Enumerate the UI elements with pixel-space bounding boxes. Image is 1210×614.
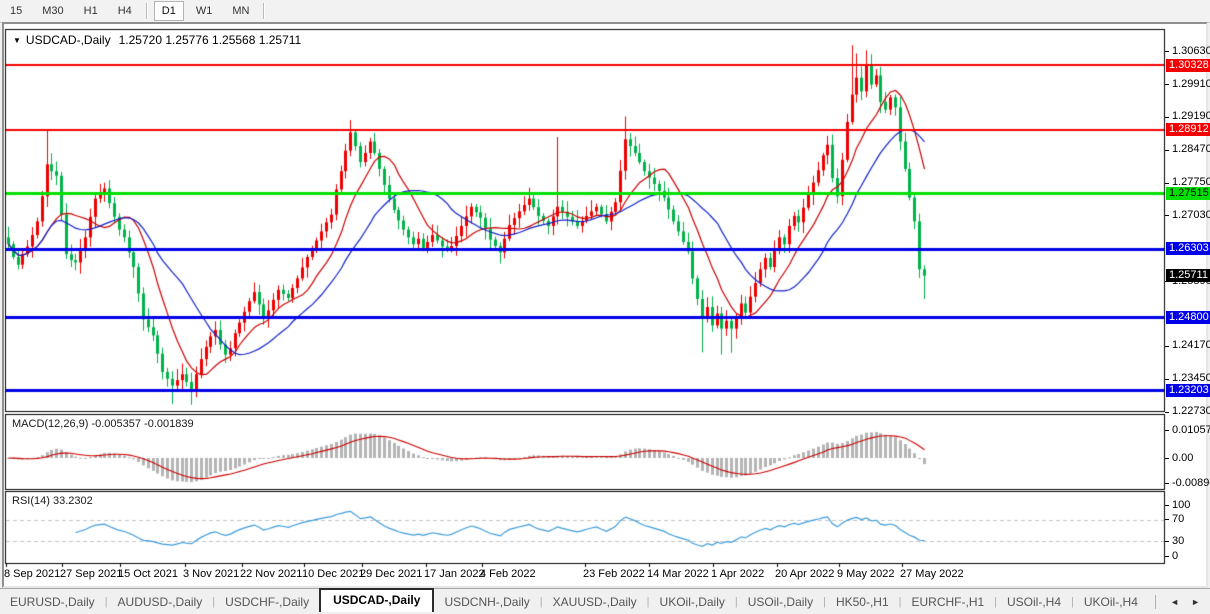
rsi-scale-label: 100	[1172, 499, 1208, 512]
timeframe-button-w1[interactable]: W1	[188, 1, 221, 21]
price-tick-label: 1.27030	[1172, 209, 1208, 222]
price-tick-mark	[1165, 51, 1169, 52]
date-label: 9 May 2022	[837, 568, 894, 580]
price-tick-mark	[1165, 150, 1169, 151]
price-tick-mark	[1165, 183, 1169, 184]
date-label: 3 Nov 2021	[183, 568, 239, 580]
price-tick-mark	[1165, 346, 1169, 347]
chart-canvas[interactable]	[4, 24, 1167, 586]
rsi-scale-label: 0	[1172, 550, 1208, 563]
level-price-badge: 1.26303	[1166, 242, 1210, 255]
chart-title: ▼ USDCAD-,Daily 1.25720 1.25776 1.25568 1.…	[13, 33, 301, 47]
price-tick-mark	[1165, 412, 1169, 413]
toolbar-separator	[146, 3, 148, 19]
current-price-badge: 1.25711	[1166, 269, 1210, 282]
timeframe-button-15[interactable]: 15	[2, 1, 30, 21]
tab-usdcnh-daily[interactable]: USDCNH-,Daily	[434, 592, 539, 612]
chart-ohlc-quote: 1.25720 1.25776 1.25568 1.25711	[119, 33, 302, 47]
price-tick-label: 1.29910	[1172, 78, 1208, 91]
timeframe-button-mn[interactable]: MN	[224, 1, 257, 21]
price-tick-label: 1.29190	[1172, 110, 1208, 123]
date-label: 17 Jan 2022	[424, 568, 485, 580]
price-tick-label: 1.22730	[1172, 405, 1208, 418]
date-label: 27 Sep 2021	[60, 568, 122, 580]
timeframe-button-h4[interactable]: H4	[110, 1, 140, 21]
tab-usdcad-daily[interactable]: USDCAD-,Daily	[319, 588, 434, 612]
macd-scale-label: -0.00896	[1172, 477, 1210, 490]
timeframe-button-d1[interactable]: D1	[154, 1, 184, 21]
price-tick-mark	[1165, 379, 1169, 380]
tabbar-scroll-left-icon[interactable]: ◄	[1164, 595, 1185, 609]
symbol-dropdown-icon[interactable]: ▼	[13, 36, 21, 45]
level-price-badge: 1.27515	[1166, 187, 1210, 200]
price-tick-mark	[1165, 117, 1169, 118]
rsi-scale-label: 70	[1172, 513, 1208, 526]
price-tick-mark	[1165, 84, 1169, 85]
date-label: 10 Dec 2021	[302, 568, 364, 580]
tab-eurusd-daily[interactable]: EURUSD-,Daily	[0, 592, 105, 612]
rsi-tick-mark	[1165, 556, 1169, 557]
tab-eurchf-h1[interactable]: EURCHF-,H1	[901, 592, 994, 612]
tab-usdchf-daily[interactable]: USDCHF-,Daily	[215, 592, 319, 612]
timeframe-button-m30[interactable]: M30	[34, 1, 71, 21]
price-tick-mark	[1165, 215, 1169, 216]
chart-symbol-label: USDCAD-,Daily	[26, 33, 111, 47]
date-label: 20 Apr 2022	[775, 568, 834, 580]
macd-indicator-label: MACD(12,26,9) -0.005357 -0.001839	[12, 418, 194, 430]
tab-audusd-daily[interactable]: AUDUSD-,Daily	[108, 592, 213, 612]
macd-tick-mark	[1165, 430, 1169, 431]
date-label: 29 Dec 2021	[360, 568, 422, 580]
level-price-badge: 1.23203	[1166, 384, 1210, 397]
level-price-badge: 1.28912	[1166, 123, 1210, 136]
symbol-tabbar: EURUSD-,Daily|AUDUSD-,Daily|USDCHF-,Dail…	[0, 588, 1210, 614]
date-label: 27 May 2022	[900, 568, 964, 580]
level-price-badge: 1.24800	[1166, 311, 1210, 324]
tab-usoil-h4[interactable]: USOil-,H4	[997, 592, 1071, 612]
price-tick-label: 1.24170	[1172, 339, 1208, 352]
rsi-scale-label: 30	[1172, 535, 1208, 548]
tab-ukoil-h4[interactable]: UKOil-,H4	[1074, 592, 1148, 612]
timeframe-toolbar: 15M30H1H4 D1W1MN	[0, 0, 1210, 23]
level-price-badge: 1.30328	[1166, 59, 1210, 72]
price-tick-label: 1.28470	[1172, 143, 1208, 156]
rsi-indicator-label: RSI(14) 33.2302	[12, 495, 93, 507]
tabbar-scroll-right-icon[interactable]: ►	[1185, 595, 1206, 609]
tab-usoil-daily[interactable]: USOil-,Daily	[738, 592, 823, 612]
date-label: 22 Nov 2021	[240, 568, 302, 580]
timeframe-button-h1[interactable]: H1	[76, 1, 106, 21]
tabbar-scroll: ◄►	[1155, 595, 1206, 609]
date-label: 15 Oct 2021	[118, 568, 178, 580]
rsi-tick-mark	[1165, 541, 1169, 542]
toolbar-separator	[263, 3, 265, 19]
tab-hk50-h1[interactable]: HK50-,H1	[826, 592, 899, 612]
tab-xauusd-daily[interactable]: XAUUSD-,Daily	[543, 592, 647, 612]
macd-scale-label: 0.00	[1172, 452, 1210, 465]
date-label: 14 Mar 2022	[647, 568, 709, 580]
macd-tick-mark	[1165, 458, 1169, 459]
rsi-tick-mark	[1165, 519, 1169, 520]
date-label: 4 Feb 2022	[480, 568, 536, 580]
macd-tick-mark	[1165, 483, 1169, 484]
date-label: 1 Apr 2022	[711, 568, 764, 580]
date-label: 8 Sep 2021	[4, 568, 60, 580]
macd-scale-label: 0.010578	[1172, 424, 1210, 437]
price-tick-label: 1.30630	[1172, 45, 1208, 58]
rsi-tick-mark	[1165, 505, 1169, 506]
tab-ukoil-daily[interactable]: UKOil-,Daily	[650, 592, 735, 612]
date-label: 23 Feb 2022	[583, 568, 645, 580]
